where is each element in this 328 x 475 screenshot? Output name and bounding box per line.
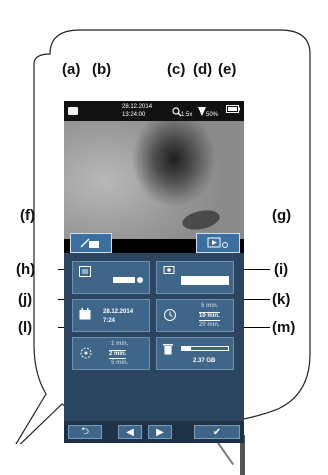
camera-icon — [68, 107, 78, 115]
zoom-level: 1.5x — [181, 112, 193, 118]
standby-icon — [80, 347, 92, 359]
left-button[interactable]: ◀ — [118, 425, 142, 439]
memory-setting[interactable]: 2.37 GB — [156, 337, 234, 370]
left-arrow-icon: ◀ — [126, 426, 134, 438]
date-value: 28.12.2014 — [103, 309, 134, 315]
label-e: (e) — [218, 61, 237, 78]
standby-selected: 2 min. — [109, 350, 127, 359]
standby-option-3: 5 min. — [111, 360, 129, 366]
trash-icon — [163, 344, 173, 355]
confirm-button[interactable]: ✔ — [194, 425, 240, 439]
contrast-slider[interactable] — [113, 277, 135, 283]
brightness-level: 50% — [206, 112, 219, 118]
back-button[interactable]: ⮌ — [68, 425, 102, 439]
label-m: (m) — [272, 319, 296, 336]
back-arrow-icon: ⮌ — [80, 425, 89, 437]
right-arrow-icon: ▶ — [156, 426, 164, 438]
memory-bar — [181, 346, 229, 351]
timer-selected: 10 min. — [199, 312, 220, 321]
photo-video-toggle-icon — [80, 238, 99, 248]
display-brightness-setting[interactable] — [156, 261, 234, 294]
gallery-play-icon — [207, 237, 228, 248]
device-screen: 28.12.2014 13:24:00 1.5x 50% 28.12.2014 … — [64, 101, 244, 443]
label-l: (l) — [18, 319, 33, 336]
label-g: (g) — [272, 207, 292, 224]
time-value: 7:24 — [103, 318, 116, 324]
timer-icon — [164, 309, 176, 321]
label-f: (f) — [20, 207, 35, 224]
date-time-setting[interactable]: 28.12.2014 7:24 — [72, 299, 150, 332]
view-shadow — [180, 207, 222, 233]
label-j: (j) — [18, 291, 33, 308]
label-i: (i) — [274, 261, 289, 278]
label-c: (c) — [167, 61, 186, 78]
status-bar: 28.12.2014 13:24:00 1.5x 50% — [64, 101, 244, 121]
right-button[interactable]: ▶ — [148, 425, 172, 439]
contrast-slider-knob[interactable] — [137, 277, 143, 283]
label-a: (a) — [62, 61, 81, 78]
contrast-setting[interactable] — [72, 261, 150, 294]
timer-option-3: 20 min. — [199, 322, 220, 328]
label-d: (d) — [193, 61, 213, 78]
label-h: (h) — [16, 261, 36, 278]
label-k: (k) — [272, 291, 291, 308]
standby-setting[interactable]: 1 min. 2 min. 5 min. — [72, 337, 150, 370]
bottom-nav: ⮌ ◀ ▶ ✔ — [64, 421, 244, 443]
photo-video-toggle-button[interactable] — [70, 233, 112, 253]
camera-view — [64, 121, 244, 239]
display-brightness-icon — [163, 266, 175, 274]
settings-menu: 28.12.2014 7:24 5 min. 10 min. 20 min. 1… — [64, 253, 244, 443]
gallery-button[interactable] — [196, 233, 240, 253]
battery-icon — [226, 105, 240, 113]
standby-option-1: 1 min. — [111, 341, 129, 347]
label-b: (b) — [92, 61, 112, 78]
timer-option-1: 5 min. — [201, 303, 219, 309]
lamp-icon — [198, 107, 206, 116]
auto-off-timer-setting[interactable]: 5 min. 10 min. 20 min. — [156, 299, 234, 332]
status-time: 13:24:00 — [122, 112, 146, 118]
memory-bar-fill — [182, 347, 192, 350]
check-icon: ✔ — [212, 426, 222, 438]
calendar-icon — [79, 308, 91, 320]
status-date: 28.12.2014 — [122, 104, 153, 110]
brightness-bar[interactable] — [181, 276, 229, 285]
memory-free: 2.37 GB — [193, 358, 216, 364]
contrast-icon — [79, 266, 91, 277]
